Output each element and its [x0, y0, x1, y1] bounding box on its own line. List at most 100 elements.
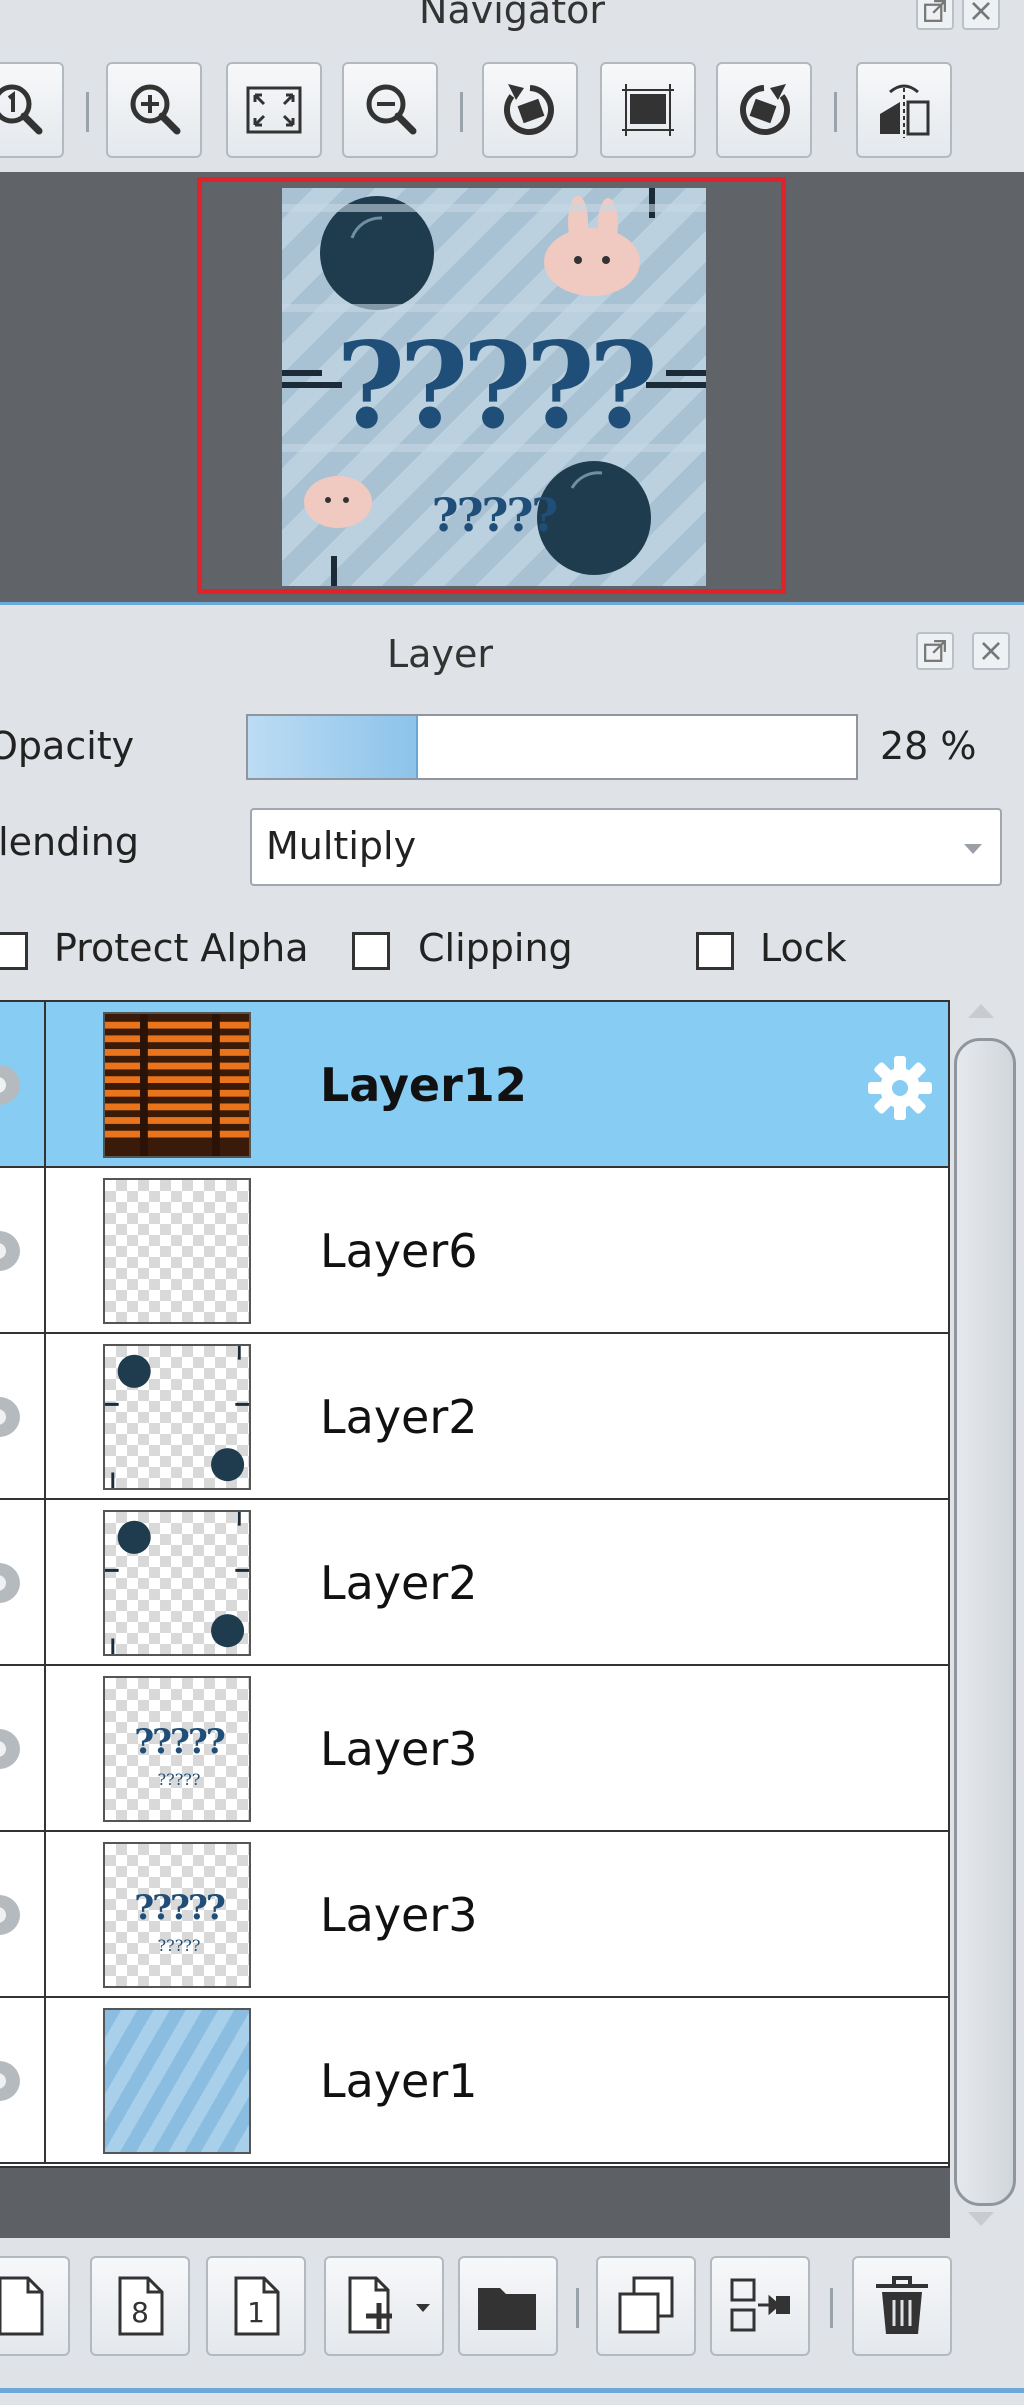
thumb-big-text: ?????: [134, 1888, 226, 1928]
detach-icon[interactable]: [916, 632, 954, 670]
layer-row[interactable]: ????? ????? Layer3: [0, 1832, 948, 1998]
navigator-preview-area[interactable]: ????? ?????: [0, 172, 1024, 602]
layer-thumbnail: [103, 1344, 251, 1490]
scroll-down-arrow-icon[interactable]: [968, 2212, 994, 2226]
merge-down-icon[interactable]: [710, 2256, 810, 2356]
toolbar-separator: [576, 2288, 579, 2328]
visibility-eye-icon[interactable]: [0, 1895, 20, 1935]
layer-name[interactable]: Layer6: [320, 1224, 478, 1278]
flip-horizontal-icon[interactable]: [856, 62, 952, 158]
fit-to-window-icon[interactable]: [226, 62, 322, 158]
visibility-column-divider: [44, 1500, 46, 1664]
preview-small-text: ?????: [431, 488, 559, 542]
layer-name[interactable]: Layer3: [320, 1722, 478, 1776]
opacity-slider[interactable]: [246, 714, 858, 780]
layer-panel-title: Layer: [387, 632, 493, 676]
zoom-actual-icon[interactable]: [0, 62, 64, 158]
opacity-label: Opacity: [0, 724, 135, 768]
visibility-column-divider: [44, 1998, 46, 2162]
layer-thumbnail: ????? ?????: [103, 1676, 251, 1822]
layer-thumbnail: [103, 1510, 251, 1656]
close-icon[interactable]: [972, 632, 1010, 670]
layer-toolbar: 8 1: [0, 2238, 1024, 2388]
zoom-in-icon[interactable]: [106, 62, 202, 158]
clipping-checkbox[interactable]: [352, 932, 390, 970]
bitdepth-8-text: 8: [131, 2296, 149, 2329]
toolbar-separator: [460, 92, 463, 132]
layer-name[interactable]: Layer12: [320, 1058, 527, 1112]
chevron-down-icon: [964, 844, 982, 854]
scrollbar-thumb[interactable]: [954, 1038, 1016, 2206]
layer-name[interactable]: Layer2: [320, 1556, 478, 1610]
navigator-title-bar: Navigator: [0, 0, 1024, 48]
layer-name[interactable]: Layer3: [320, 1888, 478, 1942]
layer-thumbnail: [103, 1012, 251, 1158]
visibility-eye-icon[interactable]: [0, 1231, 20, 1271]
protect-alpha-label[interactable]: Protect Alpha: [54, 926, 308, 970]
layer-name[interactable]: Layer2: [320, 1390, 478, 1444]
visibility-column-divider: [44, 1168, 46, 1332]
layer-row[interactable]: Layer6: [0, 1168, 948, 1334]
new-8bit-layer-icon[interactable]: 8: [90, 2256, 190, 2356]
blending-mode-select[interactable]: Multiply: [250, 808, 1002, 886]
layer-title-bar: Layer: [0, 614, 1024, 690]
visibility-eye-icon[interactable]: [0, 1563, 20, 1603]
layer-row[interactable]: Layer2: [0, 1500, 948, 1666]
layer-row[interactable]: Layer1: [0, 1998, 948, 2164]
new-1bit-layer-icon[interactable]: 1: [206, 2256, 306, 2356]
visibility-eye-icon[interactable]: [0, 1729, 20, 1769]
detach-icon[interactable]: [916, 0, 954, 30]
clipping-label[interactable]: Clipping: [418, 926, 573, 970]
toolbar-separator: [86, 92, 89, 132]
opacity-value: 28 %: [880, 724, 977, 768]
gear-icon[interactable]: [860, 1048, 940, 1128]
protect-alpha-checkbox[interactable]: [0, 932, 28, 970]
circles-thumb: [105, 1512, 249, 1654]
delete-layer-icon[interactable]: [852, 2256, 952, 2356]
navigator-title: Navigator: [419, 0, 605, 32]
panel-bottom-edge: [0, 2388, 1024, 2405]
toolbar-separator: [834, 92, 837, 132]
visibility-eye-icon[interactable]: [0, 2061, 20, 2101]
visibility-column-divider: [44, 1334, 46, 1498]
visibility-column-divider: [44, 1666, 46, 1830]
bitdepth-1-text: 1: [247, 2296, 265, 2329]
zoom-out-icon[interactable]: [342, 62, 438, 158]
visibility-column-divider: [44, 1002, 46, 1166]
new-folder-icon[interactable]: [458, 2256, 558, 2356]
chevron-down-icon: [416, 2304, 430, 2312]
circles-thumb: [105, 1346, 249, 1488]
duplicate-layer-icon[interactable]: [596, 2256, 696, 2356]
layer-row[interactable]: Layer12: [0, 1002, 948, 1168]
lock-label[interactable]: Lock: [760, 926, 847, 970]
thumb-small-text: ?????: [157, 1770, 201, 1789]
layer-name[interactable]: Layer1: [320, 2054, 478, 2108]
lock-checkbox[interactable]: [696, 932, 734, 970]
layer-thumbnail: [103, 1178, 251, 1324]
toolbar-separator: [830, 2288, 833, 2328]
new-layer-icon[interactable]: [0, 2256, 70, 2356]
close-icon[interactable]: [962, 0, 1000, 30]
reset-rotation-icon[interactable]: [600, 62, 696, 158]
scroll-up-arrow-icon[interactable]: [968, 1004, 994, 1018]
blending-label: Blending: [0, 820, 139, 864]
layer-list-empty-area: [0, 2168, 950, 2238]
rotate-right-icon[interactable]: [716, 62, 812, 158]
opacity-slider-fill: [248, 716, 419, 778]
orange-blinds-thumb: [105, 1014, 249, 1156]
rotate-left-icon[interactable]: [482, 62, 578, 158]
thumb-big-text: ?????: [134, 1722, 226, 1762]
visibility-eye-icon[interactable]: [0, 1397, 20, 1437]
visibility-eye-icon[interactable]: [0, 1065, 20, 1105]
layer-list[interactable]: Layer12 Layer6 Layer2 Layer2 ????? ?????…: [0, 1000, 950, 2168]
layer-thumbnail: [103, 2008, 251, 2154]
visibility-column-divider: [44, 1832, 46, 1996]
blending-mode-value: Multiply: [266, 824, 417, 868]
layer-thumbnail: ????? ?????: [103, 1842, 251, 1988]
panel-divider[interactable]: [0, 602, 1024, 614]
viewport-frame[interactable]: ????? ?????: [197, 177, 786, 594]
layer-row[interactable]: Layer2: [0, 1334, 948, 1500]
thumb-small-text: ?????: [157, 1936, 201, 1955]
layer-row[interactable]: ????? ????? Layer3: [0, 1666, 948, 1832]
add-layer-dropdown-icon[interactable]: [324, 2256, 444, 2356]
